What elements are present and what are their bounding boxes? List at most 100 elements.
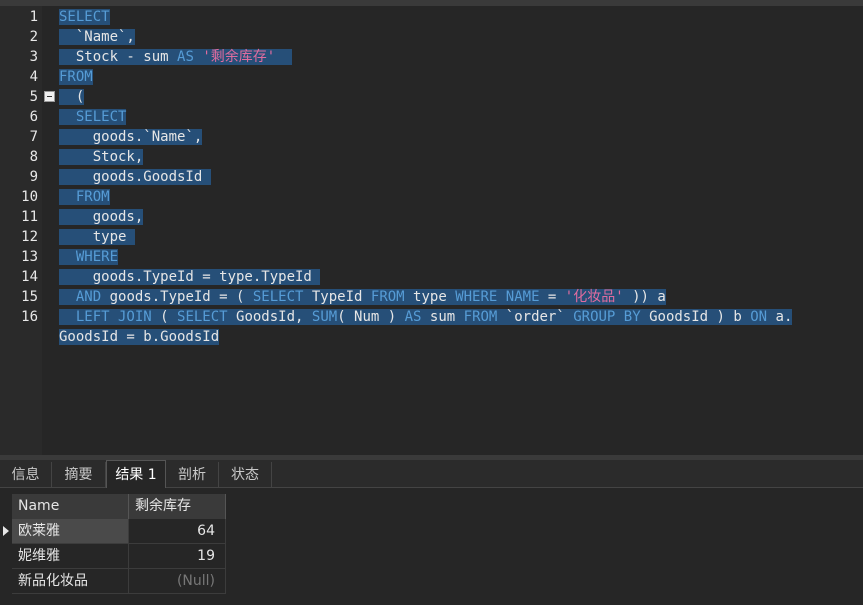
- cell-remaining-stock[interactable]: (Null): [129, 569, 226, 594]
- sql-text: (: [59, 89, 85, 105]
- line-number: 6: [29, 109, 38, 125]
- selected-text: goods.GoodsId: [59, 169, 211, 185]
- line-number: 16: [21, 309, 38, 325]
- sql-keyword: SUM: [311, 309, 338, 325]
- sql-keyword: AS: [177, 49, 194, 65]
- tab-status[interactable]: 状态: [219, 462, 272, 488]
- sql-keyword: WHERE: [75, 249, 119, 265]
- line-number-gutter: 1 2 3 4 5 6 7 8 9 10 11 12 13 14 15 16: [0, 6, 42, 455]
- code-line[interactable]: AND goods.TypeId = ( SELECT TypeId FROM …: [59, 287, 666, 307]
- selected-text: goods,: [59, 209, 144, 225]
- code-area[interactable]: SELECT `Name`, Stock - sum AS '剩余库存' FRO…: [59, 6, 863, 455]
- grid-header: Name 剩余库存: [12, 494, 226, 519]
- sql-keyword: FROM: [75, 189, 110, 205]
- line-number: 4: [29, 69, 38, 85]
- code-line[interactable]: goods.TypeId = type.TypeId: [59, 267, 321, 287]
- line-number: 5: [29, 89, 38, 105]
- code-line[interactable]: (: [59, 87, 85, 107]
- cell-name[interactable]: 新品化妆品: [12, 569, 129, 594]
- cell-remaining-stock[interactable]: 19: [129, 544, 226, 569]
- code-line[interactable]: FROM: [59, 67, 93, 87]
- sql-text: `Name`,: [59, 29, 135, 45]
- sql-text: GoodsId,: [227, 309, 312, 325]
- sql-keyword: AS: [404, 309, 422, 325]
- table-row[interactable]: 妮维雅 19: [0, 544, 226, 569]
- selected-text: goods.`Name`,: [59, 129, 203, 145]
- sql-string: '剩余库存': [202, 49, 276, 65]
- tab-profile[interactable]: 剖析: [166, 462, 219, 488]
- sql-text: GoodsId ) b: [640, 309, 751, 325]
- sql-keyword: GROUP BY: [573, 309, 641, 325]
- sql-text: goods.`Name`,: [59, 129, 203, 145]
- column-header-name[interactable]: Name: [12, 494, 129, 519]
- sql-text: Stock,: [59, 149, 144, 165]
- selected-text: goods.TypeId = type.TypeId: [59, 269, 321, 285]
- result-tabs: 信息 摘要 结果 1 剖析 状态: [0, 460, 863, 489]
- cell-remaining-stock[interactable]: 64: [129, 519, 226, 544]
- sql-keyword: WHERE: [455, 289, 498, 305]
- sql-text: a.: [767, 309, 793, 325]
- code-line[interactable]: `Name`,: [59, 27, 135, 47]
- selected-text: SELECT: [59, 109, 127, 125]
- code-line[interactable]: type: [59, 227, 135, 247]
- code-line[interactable]: FROM: [59, 187, 110, 207]
- sql-text: (: [151, 309, 178, 325]
- table-row[interactable]: 欧莱雅 64: [0, 519, 226, 544]
- sql-keyword: NAME: [505, 289, 540, 305]
- sql-text: )) a: [623, 289, 666, 305]
- result-grid[interactable]: Name 剩余库存 欧莱雅 64 妮维雅 19 新品化妆品 (Null): [0, 488, 863, 605]
- row-indicator: [0, 569, 12, 594]
- line-number: 12: [21, 229, 38, 245]
- selected-text: GoodsId = b.GoodsId: [59, 329, 220, 345]
- sql-keyword: FROM: [59, 69, 93, 85]
- selected-text: FROM: [59, 69, 93, 85]
- code-line[interactable]: GoodsId = b.GoodsId: [59, 327, 220, 347]
- sql-text: sum: [421, 309, 464, 325]
- current-row-indicator: [0, 519, 12, 544]
- code-line[interactable]: Stock,: [59, 147, 144, 167]
- tab-summary[interactable]: 摘要: [52, 462, 106, 488]
- code-line[interactable]: SELECT: [59, 107, 127, 127]
- selected-text: AND goods.TypeId = ( SELECT TypeId FROM …: [59, 289, 666, 305]
- column-header-remaining-stock[interactable]: 剩余库存: [129, 494, 226, 519]
- line-number: 1: [29, 9, 38, 25]
- tab-info[interactable]: 信息: [0, 462, 52, 488]
- code-line[interactable]: goods,: [59, 207, 144, 227]
- table-row[interactable]: 新品化妆品 (Null): [0, 569, 226, 594]
- code-line[interactable]: Stock - sum AS '剩余库存': [59, 47, 293, 67]
- code-line[interactable]: SELECT: [59, 7, 110, 27]
- code-line[interactable]: goods.GoodsId: [59, 167, 211, 187]
- selected-text: FROM: [59, 189, 110, 205]
- sql-text: type: [59, 229, 135, 245]
- tab-result-1[interactable]: 结果 1: [106, 460, 166, 489]
- selected-text: WHERE: [59, 249, 119, 265]
- sql-text: TypeId: [303, 289, 371, 305]
- sql-text: goods.TypeId = (: [101, 289, 253, 305]
- sql-keyword: SELECT: [75, 109, 127, 125]
- cell-name[interactable]: 欧莱雅: [12, 519, 129, 544]
- cell-name[interactable]: 妮维雅: [12, 544, 129, 569]
- line-number: 11: [21, 209, 38, 225]
- code-line[interactable]: LEFT JOIN ( SELECT GoodsId, SUM( Num ) A…: [59, 307, 793, 327]
- sql-text: type: [404, 289, 456, 305]
- line-number: 13: [21, 249, 38, 265]
- sql-editor[interactable]: 1 2 3 4 5 6 7 8 9 10 11 12 13 14 15 16 SELECT `Name`, S…: [0, 6, 863, 455]
- line-number: 7: [29, 129, 38, 145]
- selected-text: Stock - sum AS '剩余库存': [59, 49, 293, 65]
- fold-collapse-icon[interactable]: [44, 91, 55, 102]
- code-line[interactable]: goods.`Name`,: [59, 127, 203, 147]
- sql-keyword: SELECT: [59, 9, 110, 25]
- selected-text: (: [59, 89, 85, 105]
- sql-keyword: LEFT JOIN: [75, 309, 152, 325]
- code-line[interactable]: WHERE: [59, 247, 119, 267]
- sql-text: goods,: [59, 209, 144, 225]
- sql-string: '化妆品': [564, 289, 624, 305]
- sql-text: goods.GoodsId: [59, 169, 211, 185]
- line-number: 3: [29, 49, 38, 65]
